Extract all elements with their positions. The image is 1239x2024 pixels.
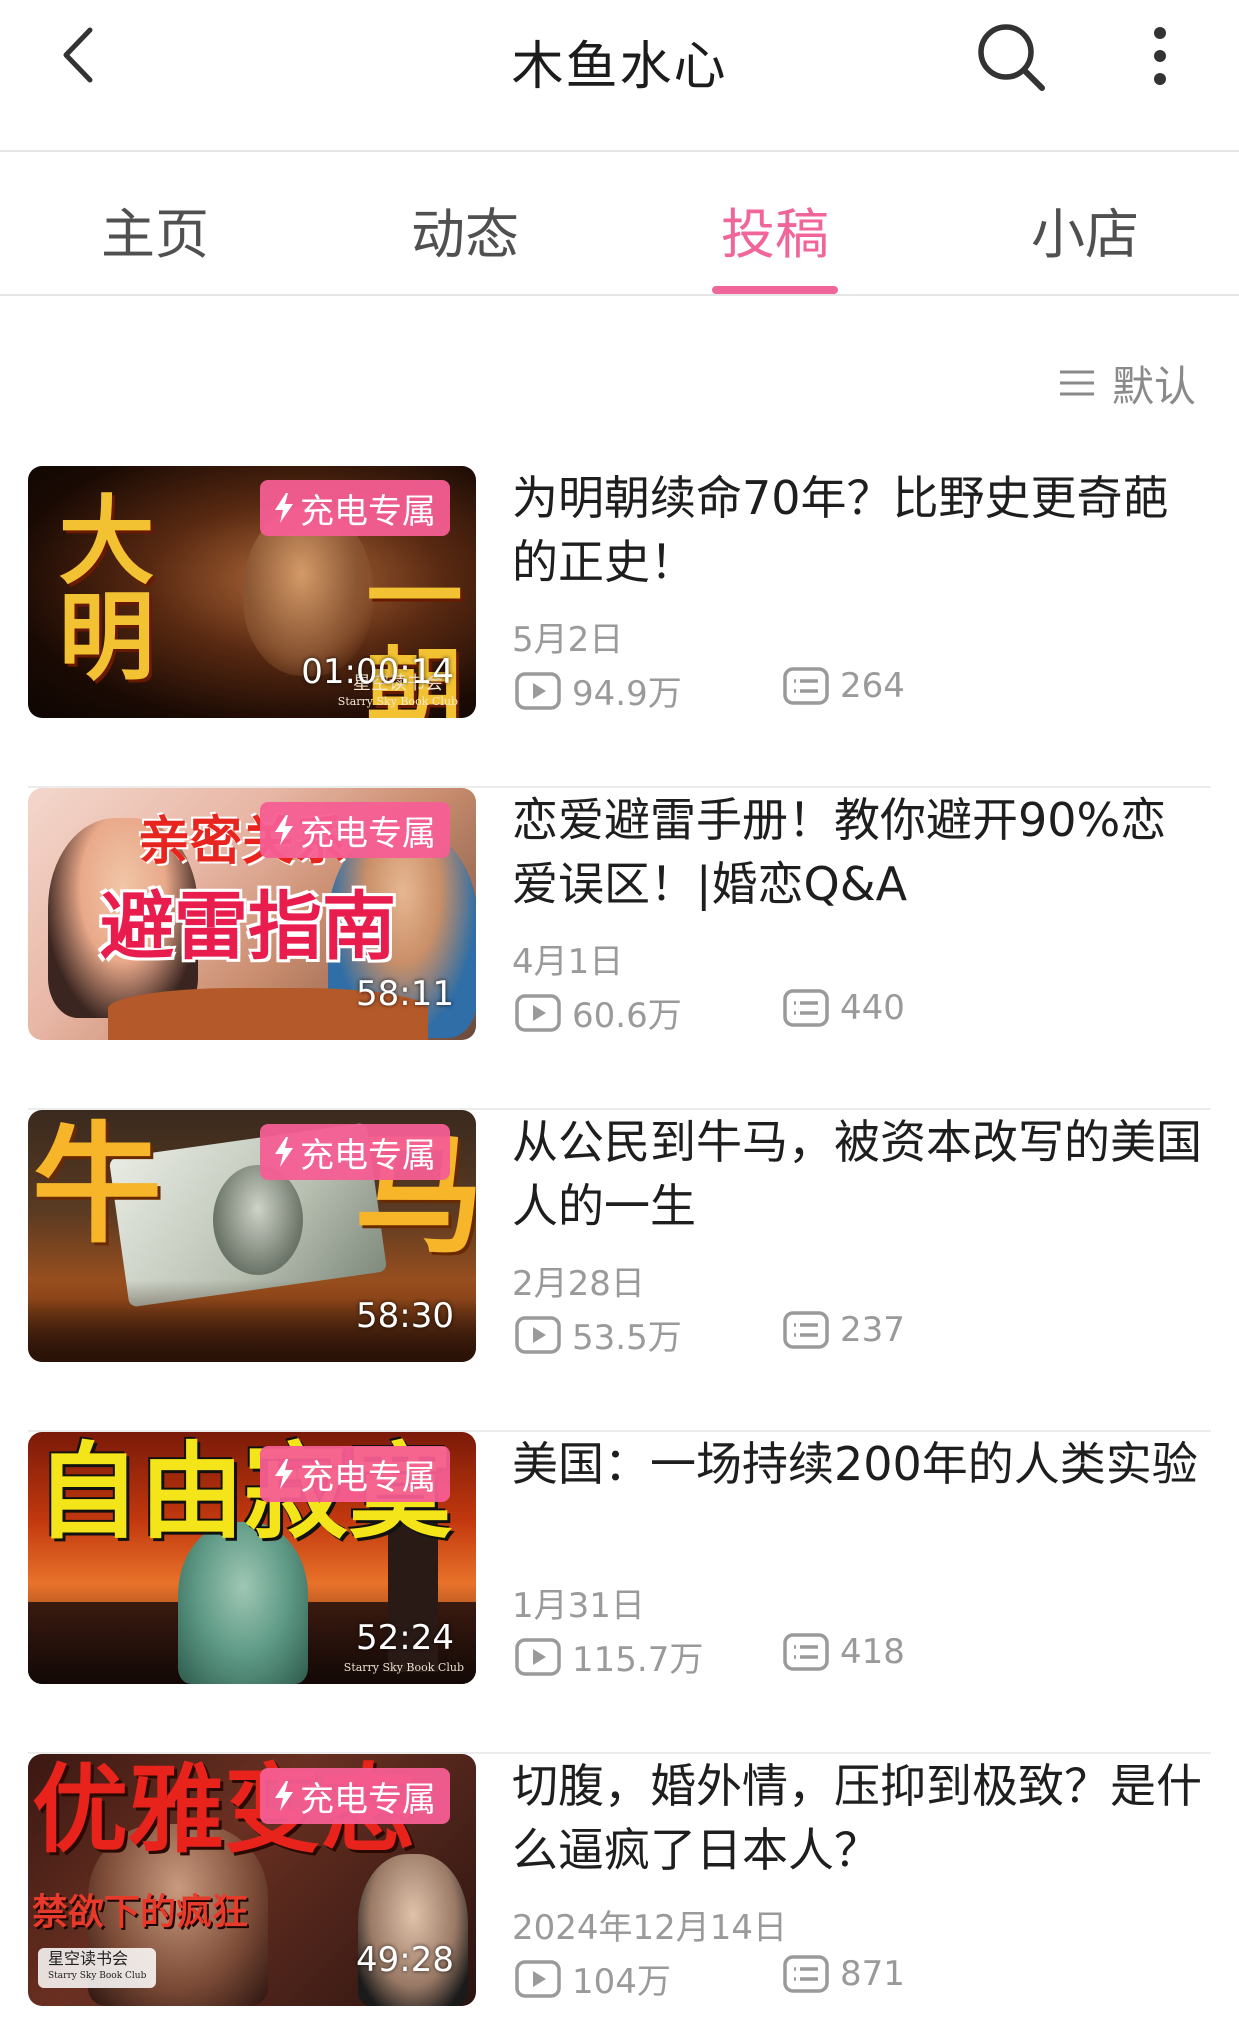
comment-count: 418 xyxy=(782,1632,905,1672)
video-list-item[interactable]: 亲密关系 避雷指南 充电专属 58:11 恋爱避雷手册！教你避开90%恋爱误区！… xyxy=(28,788,1211,1110)
tab-dynamics[interactable]: 动态 xyxy=(340,190,590,269)
more-vertical-icon xyxy=(1154,27,1166,85)
comment-count: 264 xyxy=(782,666,905,706)
profile-tabs: 主页 动态 投稿 小店 xyxy=(0,154,1239,296)
video-duration: 01:00:14 xyxy=(301,652,454,692)
video-thumbnail[interactable]: 优雅变态 禁欲下的疯狂 星空读书会 Starry Sky Book Club 充… xyxy=(28,1754,476,2006)
view-count: 60.6万 xyxy=(514,988,682,1037)
charge-exclusive-badge: 充电专属 xyxy=(260,1446,450,1502)
comment-count: 871 xyxy=(782,1954,905,1994)
video-thumbnail[interactable]: 牛 马 充电专属 58:30 xyxy=(28,1110,476,1362)
list-sort-icon xyxy=(1060,370,1094,396)
comment-count: 440 xyxy=(782,988,905,1028)
comment-icon xyxy=(783,989,829,1027)
video-title[interactable]: 恋爱避雷手册！教你避开90%恋爱误区！|婚恋Q&A xyxy=(512,788,1212,916)
charge-exclusive-badge: 充电专属 xyxy=(260,1768,450,1824)
play-count-icon xyxy=(515,993,561,1032)
video-duration: 58:11 xyxy=(356,974,454,1014)
sort-dropdown[interactable]: 默认 xyxy=(1058,355,1196,411)
video-date: 5月2日 xyxy=(512,620,624,660)
video-list-item[interactable]: 优雅变态 禁欲下的疯狂 星空读书会 Starry Sky Book Club 充… xyxy=(28,1754,1211,2024)
comment-count: 237 xyxy=(782,1310,905,1350)
video-date: 4月1日 xyxy=(512,942,624,982)
video-date: 1月31日 xyxy=(512,1586,645,1626)
charge-exclusive-badge: 充电专属 xyxy=(260,802,450,858)
more-options-button[interactable] xyxy=(1130,20,1190,90)
view-count: 115.7万 xyxy=(514,1632,703,1681)
lightning-icon xyxy=(275,1459,293,1489)
video-title[interactable]: 为明朝续命70年？比野史更奇葩的正史！ xyxy=(512,466,1212,594)
charge-exclusive-badge: 充电专属 xyxy=(260,480,450,536)
lightning-icon xyxy=(275,1781,293,1811)
video-title[interactable]: 从公民到牛马，被资本改写的美国人的一生 xyxy=(512,1110,1212,1238)
video-list-item[interactable]: 牛 马 充电专属 58:30 从公民到牛马，被资本改写的美国人的一生 2月28日… xyxy=(28,1110,1211,1432)
play-count-icon xyxy=(515,1637,561,1676)
video-thumbnail[interactable]: 亲密关系 避雷指南 充电专属 58:11 xyxy=(28,788,476,1040)
video-duration: 49:28 xyxy=(356,1940,454,1980)
comment-icon xyxy=(783,1311,829,1349)
video-duration: 52:24 xyxy=(356,1618,454,1658)
video-date: 2月28日 xyxy=(512,1264,645,1304)
thumbnail-subtitle-text: 禁欲下的疯狂 xyxy=(32,1891,249,1933)
video-thumbnail[interactable]: 大明 一朝 星空读书会 Starry Sky Book Club 充电专属 01… xyxy=(28,466,476,718)
video-list-item[interactable]: 大明 一朝 星空读书会 Starry Sky Book Club 充电专属 01… xyxy=(28,466,1211,788)
thumbnail-title-text: 牛 xyxy=(32,1110,163,1261)
top-bar: 木鱼水心 xyxy=(0,0,1239,152)
play-count-icon xyxy=(515,671,561,710)
view-count: 53.5万 xyxy=(514,1310,682,1359)
comment-icon xyxy=(783,667,829,705)
video-title[interactable]: 切腹，婚外情，压抑到极致？是什么逼疯了日本人？ xyxy=(512,1754,1212,1882)
comment-icon xyxy=(783,1633,829,1671)
tab-home[interactable]: 主页 xyxy=(30,190,280,269)
video-date: 2024年12月14日 xyxy=(512,1908,788,1948)
video-list-item[interactable]: 自由寂寞 Starry Sky Book Club 充电专属 52:24 美国：… xyxy=(28,1432,1211,1754)
charge-exclusive-badge: 充电专属 xyxy=(260,1124,450,1180)
tab-shop[interactable]: 小店 xyxy=(960,190,1210,269)
play-count-icon xyxy=(515,1959,561,1998)
thumbnail-watermark-en: Starry Sky Book Club xyxy=(343,1661,464,1674)
tab-uploads[interactable]: 投稿 xyxy=(650,190,900,269)
thumbnail-watermark-en: Starry Sky Book Club xyxy=(337,695,458,708)
play-count-icon xyxy=(515,1315,561,1354)
video-title[interactable]: 美国：一场持续200年的人类实验 xyxy=(512,1432,1212,1560)
thumbnail-watermark-en: Starry Sky Book Club xyxy=(48,1971,147,1981)
comment-icon xyxy=(783,1955,829,1993)
search-button[interactable] xyxy=(972,16,1052,96)
video-duration: 58:30 xyxy=(356,1296,454,1336)
tab-active-indicator xyxy=(712,286,838,294)
lightning-icon xyxy=(275,815,293,845)
lightning-icon xyxy=(275,493,293,523)
video-thumbnail[interactable]: 自由寂寞 Starry Sky Book Club 充电专属 52:24 xyxy=(28,1432,476,1684)
view-count: 94.9万 xyxy=(514,666,682,715)
thumbnail-title-text: 大明 xyxy=(42,490,155,682)
thumbnail-title-text: 避雷指南 xyxy=(100,884,396,970)
search-icon xyxy=(978,24,1045,91)
lightning-icon xyxy=(275,1137,293,1167)
thumbnail-watermark: 星空读书会 xyxy=(48,1949,129,1968)
page-title: 木鱼水心 xyxy=(511,37,728,97)
sort-label: 默认 xyxy=(1112,361,1197,411)
view-count: 104万 xyxy=(514,1954,671,2003)
